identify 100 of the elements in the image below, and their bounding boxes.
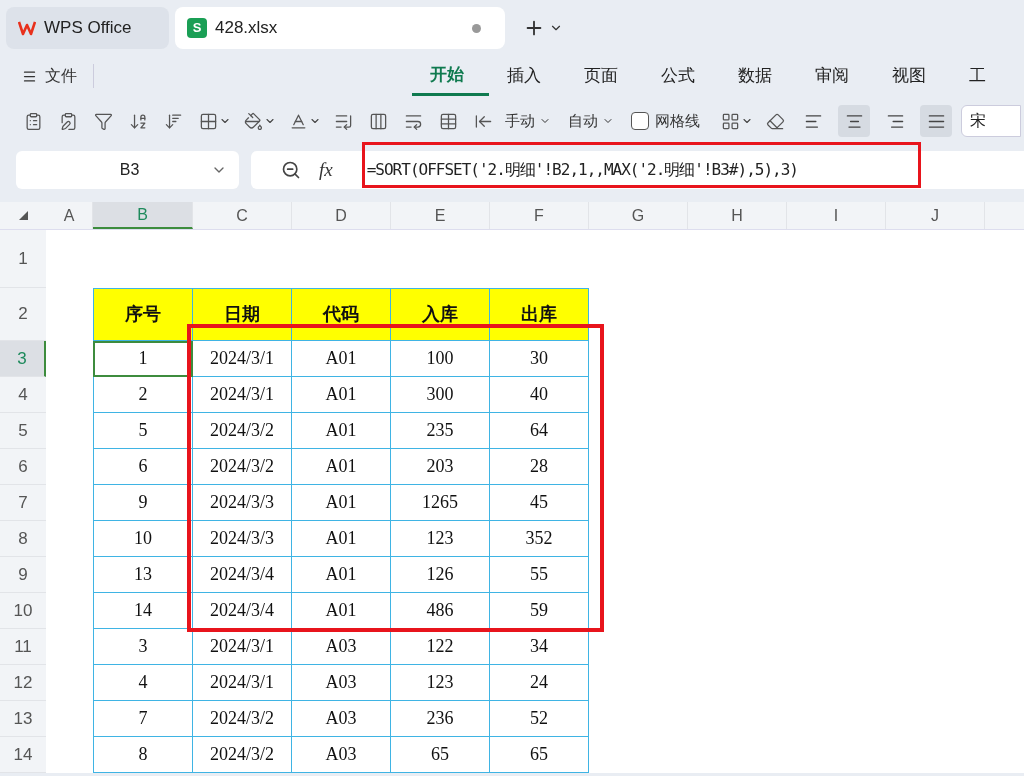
table-cell: 4	[93, 665, 193, 701]
column-heading-cell: 日期	[193, 288, 292, 341]
column-header[interactable]: D	[292, 202, 391, 229]
row-height-dropdown[interactable]: 手动	[505, 109, 551, 133]
ribbon-tab[interactable]: 页面	[566, 56, 643, 96]
row-header[interactable]: 2	[0, 288, 46, 341]
zoom-icon[interactable]	[281, 160, 301, 180]
table-cell: 203	[391, 449, 490, 485]
column-heading-cell: 入库	[391, 288, 490, 341]
table-cell: 2024/3/2	[193, 737, 292, 773]
table-cell: A01	[292, 377, 391, 413]
table-cell: A01	[292, 449, 391, 485]
gridlines-checkbox[interactable]: 网格线	[631, 109, 700, 133]
name-box[interactable]: B3	[16, 151, 239, 189]
sheet-badge: S	[187, 18, 207, 38]
table-cell: 45	[490, 485, 589, 521]
table-cell: 126	[391, 557, 490, 593]
table-cell: 28	[490, 449, 589, 485]
table-cell: 236	[391, 701, 490, 737]
column-header[interactable]: E	[391, 202, 490, 229]
table-cell: 100	[391, 341, 490, 377]
ribbon-tab[interactable]: 审阅	[797, 56, 874, 96]
table-cell: 2024/3/2	[193, 449, 292, 485]
table-cell: 2024/3/1	[193, 665, 292, 701]
table-cell: 2024/3/1	[193, 341, 292, 377]
column-header[interactable]: H	[688, 202, 787, 229]
row-header[interactable]: 1	[0, 230, 46, 288]
row-header[interactable]: 12	[0, 665, 46, 701]
row-header[interactable]: 7	[0, 485, 46, 521]
column-header[interactable]: J	[886, 202, 985, 229]
row-header[interactable]: 8	[0, 521, 46, 557]
table-cell: 6	[93, 449, 193, 485]
table-cell: 30	[490, 341, 589, 377]
column-header[interactable]: I	[787, 202, 886, 229]
menu-icon	[22, 68, 37, 84]
row-header[interactable]: 14	[0, 737, 46, 773]
ribbon-tab[interactable]: 工	[951, 56, 1024, 96]
row-header[interactable]: 11	[0, 629, 46, 665]
table-cell: 352	[490, 521, 589, 557]
ribbon-tab[interactable]: 插入	[489, 56, 566, 96]
row-header[interactable]: 10	[0, 593, 46, 629]
row-header[interactable]: 13	[0, 701, 46, 737]
table-cell: 65	[391, 737, 490, 773]
row-header[interactable]: 9	[0, 557, 46, 593]
table-cell: A03	[292, 665, 391, 701]
row-header[interactable]: 4	[0, 377, 46, 413]
column-header[interactable]: G	[589, 202, 688, 229]
table-cell: 65	[490, 737, 589, 773]
table-cell: 40	[490, 377, 589, 413]
logo-icon	[18, 20, 36, 36]
table-cell: 52	[490, 701, 589, 737]
table-cell: A01	[292, 521, 391, 557]
table-cell: 55	[490, 557, 589, 593]
align-button[interactable]	[920, 105, 952, 137]
table-cell: 2024/3/3	[193, 485, 292, 521]
fx-label[interactable]: fx	[319, 155, 333, 185]
row-header[interactable]: 6	[0, 449, 46, 485]
table-cell: A03	[292, 701, 391, 737]
font-name-field[interactable]: 宋	[961, 105, 1021, 137]
column-heading-cell: 出库	[490, 288, 589, 341]
column-header[interactable]: C	[193, 202, 292, 229]
table-cell: 7	[93, 701, 193, 737]
table-cell: 2024/3/4	[193, 557, 292, 593]
table-cell: 2	[93, 377, 193, 413]
table-cell: 123	[391, 665, 490, 701]
table-cell: A01	[292, 341, 391, 377]
table-cell: 300	[391, 377, 490, 413]
table-cell: 24	[490, 665, 589, 701]
ribbon-tab[interactable]: 公式	[643, 56, 720, 96]
column-heading-cell: 代码	[292, 288, 391, 341]
table-cell: 5	[93, 413, 193, 449]
table-cell: 14	[93, 593, 193, 629]
table-cell: 9	[93, 485, 193, 521]
table-cell: 2024/3/3	[193, 521, 292, 557]
ribbon-tab[interactable]: 数据	[720, 56, 797, 96]
align-button[interactable]	[838, 105, 870, 137]
table-cell: A03	[292, 737, 391, 773]
table-cell: 123	[391, 521, 490, 557]
ribbon-tab[interactable]: 视图	[874, 56, 951, 96]
corner-triangle-icon	[18, 211, 28, 220]
table-cell: 8	[93, 737, 193, 773]
table-cell: 2024/3/1	[193, 377, 292, 413]
row-header[interactable]: 5	[0, 413, 46, 449]
table-cell: A01	[292, 557, 391, 593]
table-cell: 1	[93, 341, 193, 377]
formula-text[interactable]: =SORT(OFFSET('2.明细'!B2,1,,MAX('2.明细'!B3#),5),3)	[366, 158, 798, 182]
column-width-dropdown[interactable]: 自动	[568, 109, 614, 133]
tab-label: 428.xlsx	[215, 17, 278, 40]
app-tab[interactable]: WPS Office	[6, 7, 169, 49]
ribbon-tab[interactable]: 开始	[412, 56, 489, 96]
file-menu-button[interactable]: 文件	[22, 64, 94, 88]
table-cell: 10	[93, 521, 193, 557]
column-header[interactable]: F	[490, 202, 589, 229]
table-cell: A01	[292, 485, 391, 521]
column-heading-cell: 序号	[93, 288, 193, 341]
table-cell: A01	[292, 413, 391, 449]
table-cell: 235	[391, 413, 490, 449]
table-cell: 2024/3/2	[193, 413, 292, 449]
tab-label: WPS Office	[44, 17, 132, 40]
app-tab[interactable]: S 428.xlsx	[175, 7, 505, 49]
